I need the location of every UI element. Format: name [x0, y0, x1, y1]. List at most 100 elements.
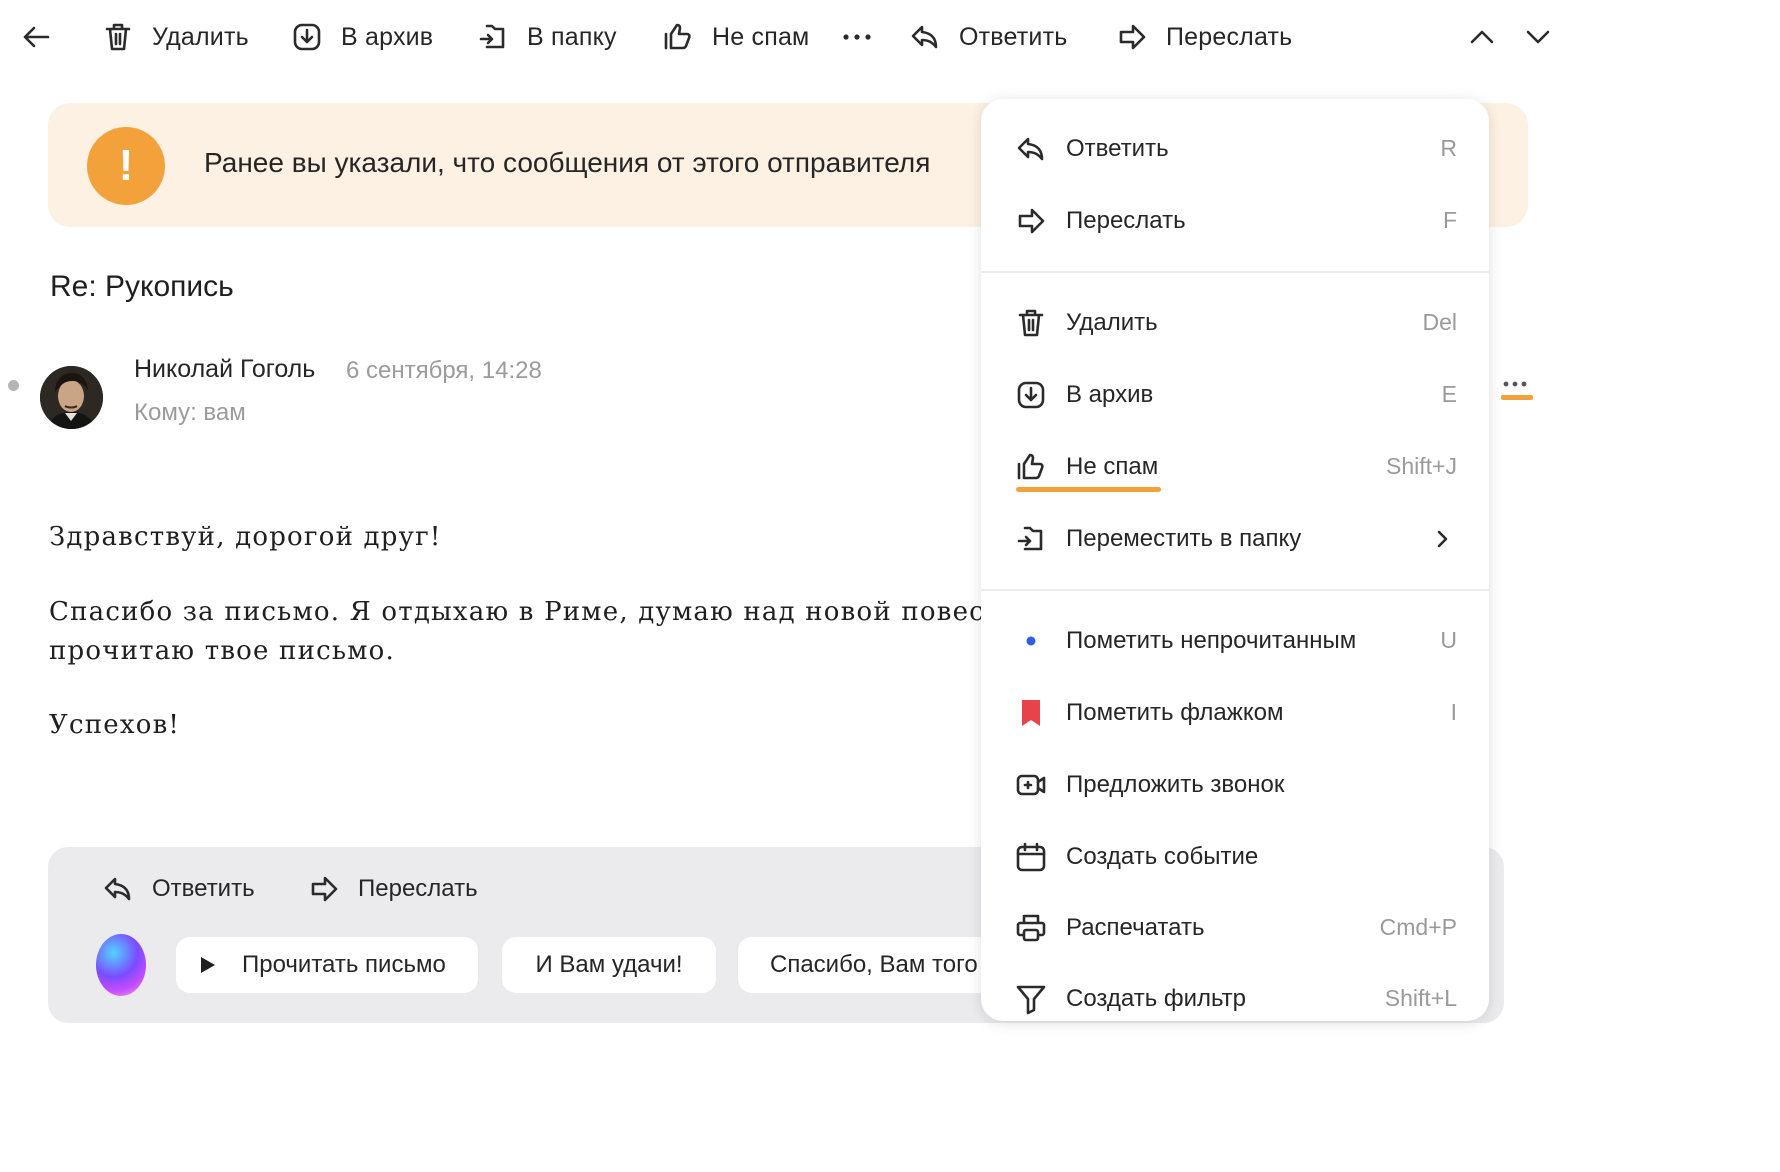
- archive-icon: [1015, 379, 1047, 411]
- next-message-button[interactable]: [1522, 14, 1554, 60]
- calendar-icon: [1015, 841, 1047, 873]
- reply-button[interactable]: Ответить: [909, 14, 1067, 60]
- menu-item-shortcut: Shift+J: [1386, 453, 1457, 479]
- email-recipient: Кому: вам: [134, 399, 246, 426]
- menu-item-label: Пометить флажком: [1066, 699, 1284, 726]
- prev-message-button[interactable]: [1466, 14, 1498, 60]
- not-spam-button[interactable]: Не спам: [662, 14, 809, 60]
- forward-icon: [1015, 205, 1047, 237]
- move-to-folder-button[interactable]: В папку: [477, 14, 617, 60]
- menu-item-move-to-folder[interactable]: Переместить в папку: [981, 509, 1489, 569]
- email-date: 6 сентября, 14:28: [346, 357, 542, 384]
- menu-item-mark-unread[interactable]: Пометить непрочитанным U: [981, 611, 1489, 671]
- thumbs-up-icon: [1015, 451, 1047, 483]
- quick-forward-label: Переслать: [358, 875, 478, 902]
- menu-item-shortcut: I: [1450, 699, 1457, 725]
- menu-item-archive[interactable]: В архив E: [981, 365, 1489, 425]
- archive-button[interactable]: В архив: [291, 14, 433, 60]
- menu-item-label: Создать событие: [1066, 843, 1259, 870]
- email-subject: Re: Рукопись: [50, 270, 234, 303]
- reply-label: Ответить: [959, 22, 1068, 51]
- trash-icon: [102, 21, 134, 53]
- forward-button[interactable]: Переслать: [1116, 14, 1292, 60]
- smart-reply-chip-1[interactable]: И Вам удачи!: [502, 937, 716, 993]
- menu-item-label: Предложить звонок: [1066, 771, 1285, 798]
- printer-icon: [1015, 912, 1047, 944]
- forward-label: Переслать: [1166, 22, 1293, 51]
- menu-item-print[interactable]: Распечатать Cmd+P: [981, 898, 1489, 958]
- folder-move-icon: [1015, 523, 1047, 555]
- menu-divider: [981, 271, 1489, 273]
- delete-button[interactable]: Удалить: [102, 14, 249, 60]
- body-closing: Успехов!: [49, 710, 181, 740]
- sender-name[interactable]: Николай Гоголь: [134, 355, 315, 384]
- quick-reply-label: Ответить: [152, 875, 255, 902]
- banner-text: Ранее вы указали, что сообщения от этого…: [204, 147, 931, 178]
- read-aloud-chip[interactable]: Прочитать письмо: [176, 937, 478, 993]
- ai-assistant-icon[interactable]: [96, 934, 146, 996]
- chevron-up-icon: [1466, 21, 1498, 53]
- trash-icon: [1015, 307, 1047, 339]
- reply-icon: [909, 21, 941, 53]
- menu-item-label: Переслать: [1066, 207, 1186, 234]
- quick-forward-button[interactable]: Переслать: [308, 869, 478, 909]
- filter-icon: [1015, 983, 1047, 1015]
- highlight-underline: [1016, 487, 1161, 492]
- body-line-2: прочитаю твое письмо.: [49, 636, 395, 666]
- menu-item-shortcut: Cmd+P: [1379, 914, 1457, 940]
- menu-item-label: Создать фильтр: [1066, 985, 1246, 1012]
- reply-icon: [1015, 133, 1047, 165]
- play-icon: [200, 956, 216, 974]
- archive-label: В архив: [341, 22, 434, 51]
- menu-item-flag[interactable]: Пометить флажком I: [981, 683, 1489, 743]
- forward-icon: [1116, 21, 1148, 53]
- chevron-down-icon: [1522, 21, 1554, 53]
- notspam-label: Не спам: [712, 22, 810, 51]
- arrow-left-icon: [20, 21, 52, 53]
- unread-dot-icon: [1015, 625, 1047, 657]
- folder-label: В папку: [527, 22, 617, 51]
- archive-icon: [291, 21, 323, 53]
- menu-item-label: Ответить: [1066, 135, 1169, 162]
- delete-label: Удалить: [152, 22, 249, 51]
- menu-item-delete[interactable]: Удалить Del: [981, 293, 1489, 353]
- menu-item-label: Распечатать: [1066, 914, 1205, 941]
- menu-item-not-spam[interactable]: Не спам Shift+J: [981, 437, 1489, 497]
- body-greeting: Здравствуй, дорогой друг!: [49, 522, 442, 552]
- menu-item-label: Не спам: [1066, 453, 1159, 480]
- read-aloud-label: Прочитать письмо: [242, 951, 446, 978]
- chevron-right-icon: [1435, 529, 1449, 549]
- context-menu: Ответить R Переслать F Удалить Del В арх…: [981, 99, 1489, 1021]
- ellipsis-icon: [841, 21, 873, 53]
- back-button[interactable]: [20, 14, 52, 60]
- message-more-button[interactable]: [1500, 378, 1534, 404]
- menu-item-label: Переместить в папку: [1066, 525, 1302, 552]
- menu-item-shortcut: Shift+L: [1384, 985, 1457, 1011]
- menu-item-label: Удалить: [1066, 309, 1158, 336]
- menu-item-create-filter[interactable]: Создать фильтр Shift+L: [981, 969, 1489, 1021]
- menu-item-label: В архив: [1066, 381, 1154, 408]
- menu-item-shortcut: F: [1442, 207, 1457, 233]
- exclamation-icon: !: [87, 127, 165, 205]
- folder-move-icon: [477, 21, 509, 53]
- forward-icon: [308, 873, 340, 905]
- thumbs-up-icon: [662, 21, 694, 53]
- reply-icon: [102, 873, 134, 905]
- read-status-dot[interactable]: [8, 380, 19, 391]
- menu-item-reply[interactable]: Ответить R: [981, 119, 1489, 179]
- menu-item-suggest-call[interactable]: Предложить звонок: [981, 755, 1489, 815]
- sender-avatar[interactable]: [40, 366, 103, 429]
- more-actions-button[interactable]: [841, 14, 873, 60]
- menu-item-forward[interactable]: Переслать F: [981, 191, 1489, 251]
- menu-divider: [981, 589, 1489, 591]
- menu-item-shortcut: Del: [1422, 309, 1457, 335]
- menu-item-shortcut: R: [1440, 135, 1457, 161]
- toolbar: Удалить В архив В папку Не спам Ответить: [0, 0, 1568, 76]
- body-line-1: Спасибо за письмо. Я отдыхаю в Риме, дум…: [49, 597, 1040, 627]
- menu-item-create-event[interactable]: Создать событие: [981, 827, 1489, 887]
- flag-icon: [1015, 697, 1047, 729]
- menu-item-shortcut: U: [1440, 627, 1457, 653]
- menu-item-shortcut: E: [1441, 381, 1457, 407]
- quick-reply-button[interactable]: Ответить: [102, 869, 255, 909]
- menu-item-label: Пометить непрочитанным: [1066, 627, 1357, 654]
